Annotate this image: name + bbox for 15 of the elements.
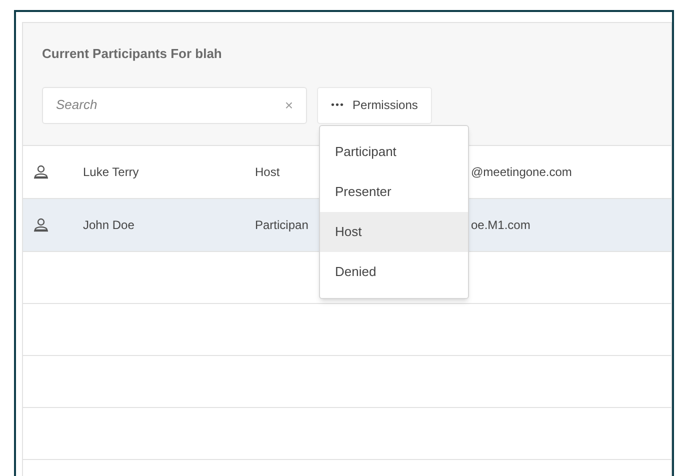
menu-item[interactable]: Participant bbox=[320, 132, 468, 172]
role-cell: Host bbox=[255, 165, 280, 179]
panel-title: Current Participants For blah bbox=[42, 45, 223, 63]
menu-item[interactable]: Presenter bbox=[320, 172, 468, 212]
name-cell: John Doe bbox=[83, 218, 134, 232]
name-cell: Luke Terry bbox=[83, 165, 139, 179]
email-cell-text: @meetingone.com bbox=[471, 164, 572, 181]
email-cell-text: oe.M1.com bbox=[471, 217, 530, 234]
person-icon bbox=[33, 165, 49, 179]
permissions-button[interactable]: ••• Permissions bbox=[317, 86, 432, 124]
menu-item[interactable]: Host bbox=[320, 212, 468, 252]
more-icon: ••• bbox=[331, 98, 345, 112]
menu-item[interactable]: Denied bbox=[320, 252, 468, 292]
person-icon bbox=[33, 218, 49, 232]
role-cell: Participan bbox=[255, 218, 308, 232]
